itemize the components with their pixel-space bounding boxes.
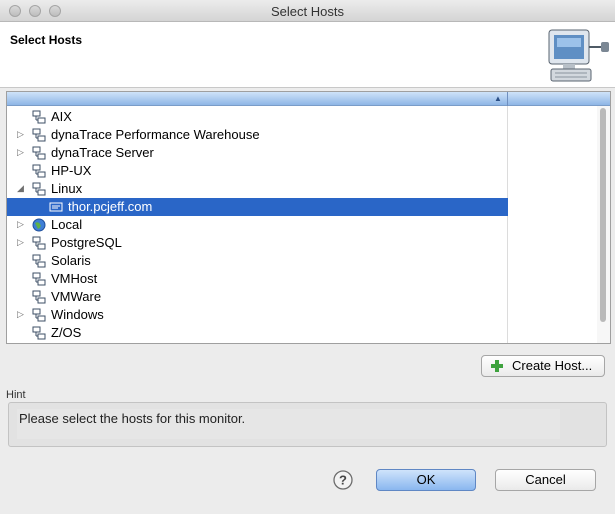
tree-row[interactable]: VMHost bbox=[7, 270, 508, 288]
host-group-icon bbox=[32, 164, 46, 178]
tree-row[interactable]: ▷ PostgreSQL bbox=[7, 234, 508, 252]
tree-row-label: Linux bbox=[51, 181, 83, 196]
tree-row[interactable]: VMWare bbox=[7, 288, 508, 306]
hint-label: Hint bbox=[6, 389, 26, 401]
dialog-banner: Select Hosts bbox=[0, 22, 615, 88]
window-title: Select Hosts bbox=[271, 4, 344, 19]
help-icon[interactable]: ? bbox=[333, 470, 353, 490]
host-group-icon bbox=[32, 236, 46, 250]
host-group-icon bbox=[32, 254, 46, 268]
tree-row-label: Local bbox=[51, 217, 83, 232]
host-group-icon bbox=[32, 272, 46, 286]
tree-row-label: dynaTrace Performance Warehouse bbox=[51, 127, 260, 142]
tree-row-label: HP-UX bbox=[51, 163, 92, 178]
collapsed-arrow-icon[interactable]: ▷ bbox=[17, 237, 24, 248]
cancel-button[interactable]: Cancel bbox=[495, 469, 596, 491]
host-group-icon bbox=[32, 128, 46, 142]
sort-ascending-icon[interactable]: ▲ bbox=[494, 94, 502, 103]
tree-row[interactable]: ▷ dynaTrace Server bbox=[7, 144, 508, 162]
hint-text: Please select the hosts for this monitor… bbox=[19, 411, 246, 426]
title-bar: Select Hosts bbox=[0, 0, 615, 22]
banner-title: Select Hosts bbox=[10, 33, 83, 47]
tree-row-label: Windows bbox=[51, 307, 104, 322]
host-group-icon bbox=[32, 308, 46, 322]
host-group-icon bbox=[32, 146, 46, 160]
expanded-arrow-icon[interactable]: ◢ bbox=[17, 183, 24, 194]
host-group-icon bbox=[32, 182, 46, 196]
collapsed-arrow-icon[interactable]: ▷ bbox=[17, 309, 24, 320]
tree-row[interactable]: Solaris bbox=[7, 252, 508, 270]
tree-row[interactable]: HP-UX bbox=[7, 162, 508, 180]
tree-row-label: Z/OS bbox=[51, 325, 82, 340]
plus-icon bbox=[491, 360, 503, 372]
tree-row-label: PostgreSQL bbox=[51, 235, 122, 250]
scrollbar-thumb[interactable] bbox=[600, 108, 606, 322]
tree-row[interactable]: ▷ dynaTrace Performance Warehouse bbox=[7, 126, 508, 144]
tree-row[interactable]: ▷ Windows bbox=[7, 306, 508, 324]
globe-icon bbox=[32, 218, 46, 232]
host-group-icon bbox=[32, 110, 46, 124]
column-divider[interactable] bbox=[507, 92, 508, 106]
hosts-tree[interactable]: ▲ AIX ▷ dynaTrace Performance Warehouse ▷ dy… bbox=[6, 91, 611, 344]
collapsed-arrow-icon[interactable]: ▷ bbox=[17, 129, 24, 140]
tree-row-label: dynaTrace Server bbox=[51, 145, 154, 160]
tree-row-label: VMHost bbox=[51, 271, 98, 286]
tree-row[interactable]: ▷ Local bbox=[7, 216, 508, 234]
tree-row-label: VMWare bbox=[51, 289, 102, 304]
tree-column-header[interactable]: ▲ bbox=[7, 92, 610, 106]
host-icon bbox=[49, 202, 63, 212]
host-group-icon bbox=[32, 290, 46, 304]
create-host-button[interactable]: Create Host... bbox=[481, 355, 605, 377]
tree-row-label: AIX bbox=[51, 109, 72, 124]
collapsed-arrow-icon[interactable]: ▷ bbox=[17, 219, 24, 230]
select-hosts-dialog: Select Hosts Select Hosts ▲ AIX ▷ dynaTrac… bbox=[0, 0, 615, 514]
hint-box: Please select the hosts for this monitor… bbox=[8, 402, 607, 447]
tree-row[interactable]: AIX bbox=[7, 108, 508, 126]
ok-button[interactable]: OK bbox=[376, 469, 476, 491]
tree-row[interactable]: Z/OS bbox=[7, 324, 508, 342]
computer-icon bbox=[548, 29, 609, 82]
tree-row[interactable]: ◢ Linux bbox=[7, 180, 508, 198]
tree-row-label: thor.pcjeff.com bbox=[68, 199, 153, 214]
tree-row[interactable]: thor.pcjeff.com bbox=[7, 198, 508, 216]
create-host-label: Create Host... bbox=[512, 358, 593, 373]
tree-row-label: Solaris bbox=[51, 253, 91, 268]
svg-text:?: ? bbox=[339, 473, 347, 488]
collapsed-arrow-icon[interactable]: ▷ bbox=[17, 147, 24, 158]
host-group-icon bbox=[32, 326, 46, 340]
